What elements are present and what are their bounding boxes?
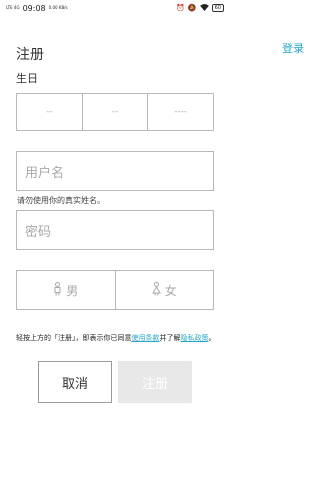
- gender-female-label: 女: [164, 283, 177, 298]
- password-input[interactable]: 密码: [16, 210, 214, 250]
- terms-suffix: 。: [208, 334, 216, 342]
- female-icon: [151, 281, 161, 299]
- birthday-picker: -- -- ----: [16, 93, 214, 131]
- status-left: LTE 4G 09:08 0.00 KB/s: [6, 4, 68, 13]
- birth-day-field[interactable]: ----: [148, 94, 213, 130]
- gender-male-label: 男: [66, 283, 79, 298]
- birth-month-field[interactable]: --: [83, 94, 149, 130]
- wifi-icon: [199, 3, 209, 13]
- data-rate: 0.00 KB/s: [48, 5, 68, 10]
- terms-of-use-link[interactable]: 使用条款: [132, 334, 160, 342]
- birth-year-field[interactable]: --: [17, 94, 83, 130]
- page-title: 注册: [16, 47, 44, 63]
- silent-icon: 🔕: [187, 4, 197, 12]
- gender-male-option[interactable]: 男: [17, 271, 115, 309]
- login-link[interactable]: 登录: [282, 40, 304, 56]
- username-input[interactable]: 用户名: [16, 151, 214, 191]
- male-icon: [53, 281, 62, 299]
- terms-middle: 并了解: [159, 334, 181, 342]
- gender-female-option[interactable]: 女: [114, 271, 214, 309]
- status-time: 09:08: [22, 3, 46, 13]
- birthday-label: 生日: [16, 72, 38, 85]
- terms-prefix: 轻按上方的「注册」，即表示你已同意: [16, 334, 132, 342]
- privacy-policy-link[interactable]: 隐私政策: [181, 334, 209, 342]
- register-button[interactable]: 注册: [118, 361, 192, 403]
- battery-icon: 60: [211, 4, 224, 12]
- cancel-button[interactable]: 取消: [38, 361, 112, 403]
- terms-notice: 轻按上方的「注册」，即表示你已同意使用条款并了解隐私政策。: [16, 333, 216, 344]
- alarm-icon: ⏰: [176, 4, 185, 12]
- network-indicator: LTE 4G: [6, 5, 20, 10]
- gender-selector: 男 女: [16, 270, 214, 310]
- status-right: ⏰ 🔕 60: [176, 3, 224, 13]
- username-hint: 请勿使用你的真实姓名。: [17, 196, 105, 205]
- status-bar: LTE 4G 09:08 0.00 KB/s ⏰ 🔕 60: [0, 0, 230, 16]
